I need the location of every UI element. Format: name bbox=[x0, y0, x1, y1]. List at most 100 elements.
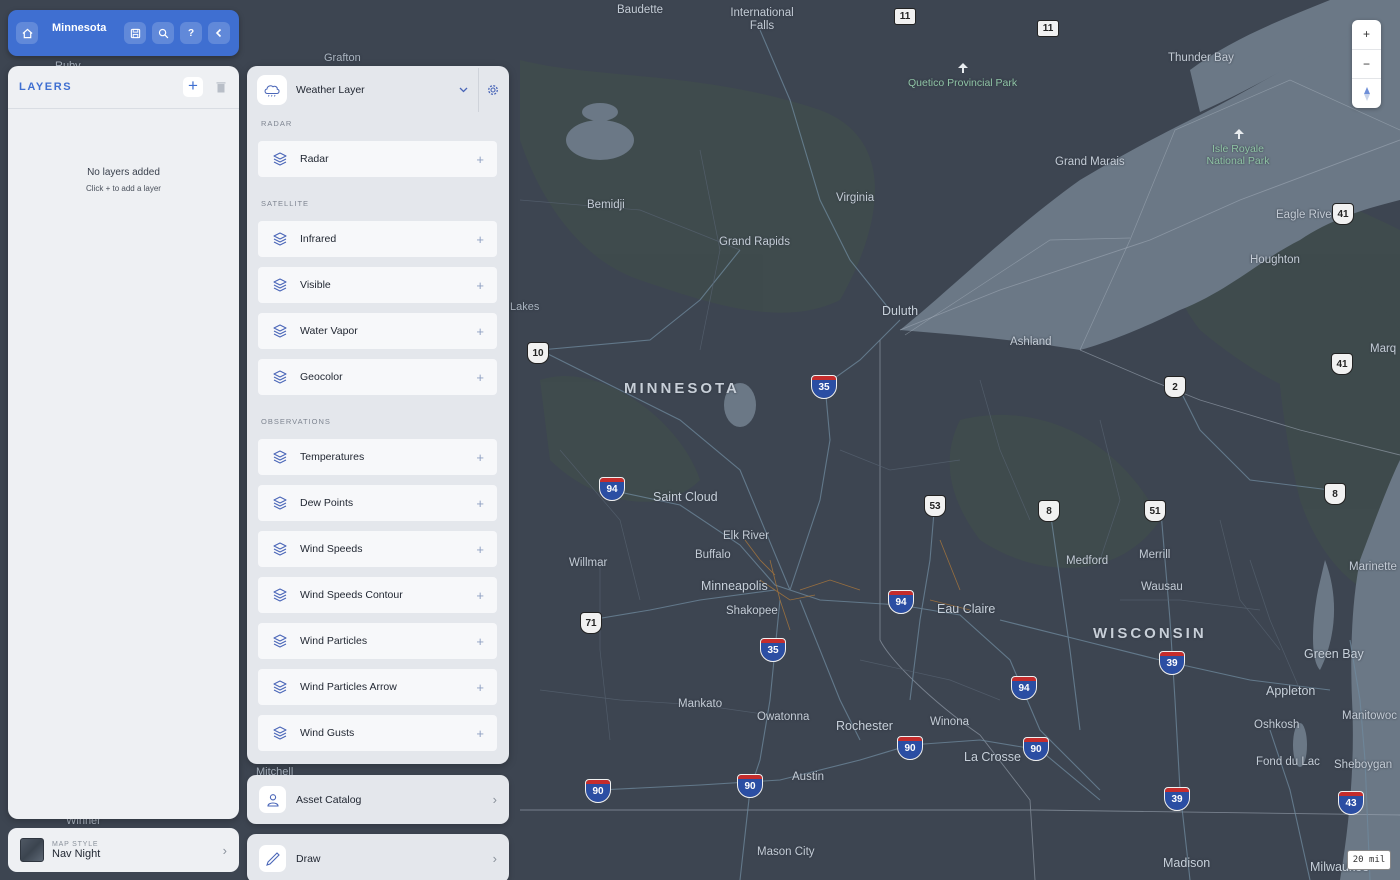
weather-layer-label: Wind Speeds Contour bbox=[300, 589, 403, 601]
layers-icon bbox=[272, 495, 288, 511]
weather-layer-label: Temperatures bbox=[300, 451, 365, 463]
weather-layer-item[interactable]: Geocolor + bbox=[258, 359, 497, 395]
layers-icon bbox=[272, 679, 288, 695]
highway-shield: 10 bbox=[527, 342, 549, 364]
highway-shield: 8 bbox=[1324, 483, 1346, 505]
add-icon[interactable]: + bbox=[476, 152, 484, 167]
search-icon bbox=[158, 28, 168, 38]
map-style-value: Nav Night bbox=[52, 847, 101, 860]
section-heading: SATELLITE bbox=[261, 199, 310, 208]
delete-layer-button[interactable] bbox=[214, 80, 228, 94]
map-place: Winona bbox=[930, 716, 969, 728]
map-place: Wausau bbox=[1141, 581, 1183, 593]
interstate-shield: 35 bbox=[760, 638, 786, 662]
trash-icon bbox=[216, 82, 226, 93]
weather-layer-item[interactable]: Wind Speeds Contour + bbox=[258, 577, 497, 613]
add-icon[interactable]: + bbox=[476, 232, 484, 247]
add-icon[interactable]: + bbox=[476, 450, 484, 465]
map-place: Merrill bbox=[1139, 549, 1171, 561]
map-place: Sheboygan bbox=[1334, 759, 1393, 771]
highway-shield: 8 bbox=[1038, 500, 1060, 522]
interstate-shield: 90 bbox=[585, 779, 611, 803]
asset-catalog-label: Asset Catalog bbox=[296, 793, 362, 806]
weather-layer-item[interactable]: Infrared + bbox=[258, 221, 497, 257]
weather-layer-label: Wind Gusts bbox=[300, 727, 355, 739]
draw-button[interactable]: Draw › bbox=[247, 834, 509, 880]
map-state-label: MINNESOTA bbox=[624, 380, 740, 397]
map-place: Willmar bbox=[569, 557, 608, 569]
compass-button[interactable] bbox=[1352, 79, 1381, 108]
gear-icon bbox=[488, 85, 498, 95]
interstate-shield: 43 bbox=[1338, 791, 1364, 815]
weather-layer-item[interactable]: Dew Points + bbox=[258, 485, 497, 521]
search-button[interactable] bbox=[152, 22, 174, 44]
map-place: Baudette bbox=[617, 4, 664, 16]
layer-type-dropdown[interactable]: Weather Layer bbox=[296, 84, 459, 96]
home-icon bbox=[22, 28, 32, 38]
help-button[interactable]: ? bbox=[180, 22, 202, 44]
map-place: Duluth bbox=[882, 304, 919, 318]
add-icon[interactable]: + bbox=[476, 496, 484, 511]
map-place: Madison bbox=[1163, 856, 1211, 870]
map-place: Eau Claire bbox=[937, 602, 996, 616]
save-button[interactable] bbox=[124, 22, 146, 44]
weather-layer-item[interactable]: Wind Particles Arrow + bbox=[258, 669, 497, 705]
weather-layer-item[interactable]: Radar + bbox=[258, 141, 497, 177]
map-place: Elk River bbox=[723, 530, 770, 542]
zoom-out-button[interactable]: − bbox=[1352, 50, 1381, 80]
map-place: Thunder Bay bbox=[1168, 52, 1234, 64]
park-marker-icon bbox=[958, 63, 968, 73]
highway-shield: 41 bbox=[1331, 353, 1353, 375]
highway-shield: 2 bbox=[1164, 376, 1186, 398]
weather-layer-list: RADAR Radar + SATELLITE Infrared + Visible + Wat… bbox=[247, 119, 509, 751]
add-icon[interactable]: + bbox=[476, 278, 484, 293]
map-place: Owatonna bbox=[757, 711, 810, 723]
map-place: Austin bbox=[792, 771, 824, 783]
chevron-down-icon[interactable] bbox=[459, 87, 468, 93]
collapse-button[interactable] bbox=[208, 22, 230, 44]
map-place: Oshkosh bbox=[1254, 719, 1300, 731]
map-place: Lakes bbox=[510, 301, 540, 313]
weather-layer-item[interactable]: Wind Gusts + bbox=[258, 715, 497, 751]
save-icon bbox=[130, 28, 140, 38]
highway-shield: 11 bbox=[894, 8, 916, 25]
home-button[interactable] bbox=[16, 22, 38, 44]
layers-empty-message: No layers added bbox=[87, 167, 160, 178]
interstate-shield: 90 bbox=[737, 774, 763, 798]
add-icon[interactable]: + bbox=[476, 542, 484, 557]
weather-layer-item[interactable]: Water Vapor + bbox=[258, 313, 497, 349]
layers-icon bbox=[272, 369, 288, 385]
weather-layer-item[interactable]: Wind Particles + bbox=[258, 623, 497, 659]
weather-panel-header: Weather Layer bbox=[247, 66, 509, 114]
pen-icon bbox=[259, 845, 286, 872]
chevron-left-icon bbox=[215, 28, 222, 38]
map-place: Mason City bbox=[757, 846, 815, 858]
chevron-right-icon: › bbox=[492, 792, 497, 807]
add-icon[interactable]: + bbox=[476, 726, 484, 741]
asset-catalog-button[interactable]: Asset Catalog › bbox=[247, 775, 509, 824]
weather-layer-item[interactable]: Wind Speeds + bbox=[258, 531, 497, 567]
weather-layer-label: Water Vapor bbox=[300, 325, 358, 337]
settings-button[interactable] bbox=[487, 84, 499, 96]
interstate-shield: 90 bbox=[1023, 737, 1049, 761]
layers-header: LAYERS + bbox=[8, 66, 239, 109]
layers-icon bbox=[272, 151, 288, 167]
add-icon[interactable]: + bbox=[476, 680, 484, 695]
layers-empty-hint: Click + to add a layer bbox=[86, 184, 161, 193]
zoom-in-button[interactable]: + bbox=[1352, 20, 1381, 50]
add-icon[interactable]: + bbox=[476, 324, 484, 339]
map-place: Grafton bbox=[324, 52, 361, 64]
layers-icon bbox=[272, 231, 288, 247]
add-layer-button[interactable]: + bbox=[183, 77, 203, 97]
weather-layer-item[interactable]: Visible + bbox=[258, 267, 497, 303]
map-style-selector[interactable]: MAP STYLE Nav Night › bbox=[8, 828, 239, 872]
section-heading: OBSERVATIONS bbox=[261, 417, 331, 426]
add-icon[interactable]: + bbox=[476, 588, 484, 603]
add-icon[interactable]: + bbox=[476, 634, 484, 649]
layers-icon bbox=[272, 541, 288, 557]
add-icon[interactable]: + bbox=[476, 370, 484, 385]
section-heading: RADAR bbox=[261, 119, 293, 128]
map-place: Appleton bbox=[1266, 684, 1316, 698]
weather-layer-item[interactable]: Temperatures + bbox=[258, 439, 497, 475]
weather-layer-label: Visible bbox=[300, 279, 331, 291]
